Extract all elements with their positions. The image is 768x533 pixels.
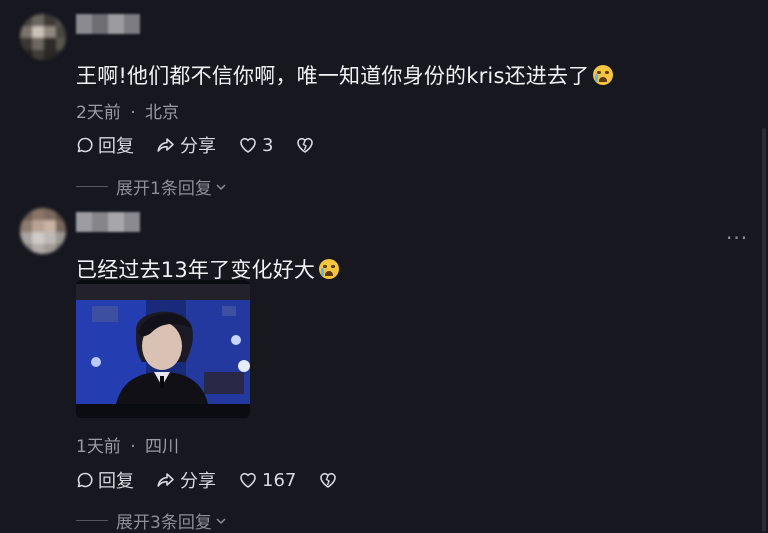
expand-replies-label: 展开1条回复 bbox=[116, 179, 212, 199]
username[interactable] bbox=[76, 14, 142, 34]
reply-label: 回复 bbox=[98, 471, 134, 492]
share-button[interactable]: 分享 bbox=[156, 132, 216, 158]
heart-icon bbox=[240, 472, 256, 488]
reply-button[interactable]: 回复 bbox=[76, 467, 134, 493]
comment-body: 王啊!他们都不信你啊，唯一知道你身份的kris还进去了 bbox=[76, 64, 590, 88]
share-button[interactable]: 分享 bbox=[156, 467, 216, 493]
divider-line bbox=[76, 520, 108, 521]
heart-icon bbox=[240, 137, 256, 153]
share-label: 分享 bbox=[180, 471, 216, 492]
reply-button[interactable]: 回复 bbox=[76, 132, 134, 158]
like-count: 167 bbox=[262, 469, 297, 491]
comment-actions: 回复 分享 3 bbox=[76, 132, 341, 158]
meta-separator: · bbox=[130, 103, 136, 123]
comment-body: 已经过去13年了变化好大 bbox=[76, 258, 316, 282]
comment-time: 2天前 bbox=[76, 103, 121, 123]
avatar[interactable] bbox=[20, 14, 66, 60]
dislike-button[interactable] bbox=[295, 136, 319, 154]
like-button[interactable]: 3 bbox=[238, 135, 273, 156]
expand-replies-button[interactable]: 展开3条回复 bbox=[76, 508, 228, 533]
like-button[interactable]: 167 bbox=[238, 470, 296, 491]
scrollbar[interactable] bbox=[762, 128, 766, 532]
comment-meta: 1天前 · 四川 bbox=[76, 432, 179, 457]
broken-heart-icon bbox=[320, 472, 337, 488]
comment-location: 北京 bbox=[145, 103, 180, 123]
divider-line bbox=[76, 186, 108, 187]
chevron-down-icon bbox=[216, 183, 226, 190]
avatar[interactable] bbox=[20, 208, 66, 254]
chevron-down-icon bbox=[216, 517, 226, 524]
username[interactable] bbox=[76, 212, 142, 232]
comment-bubble-icon bbox=[77, 137, 93, 153]
stage-performer-image bbox=[76, 280, 250, 418]
share-label: 分享 bbox=[180, 136, 216, 157]
comment-image[interactable] bbox=[76, 280, 250, 418]
expand-replies-button[interactable]: 展开1条回复 bbox=[76, 174, 228, 199]
comment-actions: 回复 分享 167 bbox=[76, 467, 364, 493]
comment-bubble-icon bbox=[77, 472, 93, 488]
dislike-button[interactable] bbox=[318, 471, 342, 489]
reply-label: 回复 bbox=[98, 136, 134, 157]
like-count: 3 bbox=[262, 134, 274, 156]
share-arrow-icon bbox=[157, 138, 174, 152]
broken-heart-icon bbox=[297, 137, 314, 153]
comment-location: 四川 bbox=[145, 437, 180, 457]
comment-text: 王啊!他们都不信你啊，唯一知道你身份的kris还进去了 bbox=[76, 60, 614, 90]
crying-face-emoji-icon bbox=[319, 259, 340, 279]
crying-face-emoji-icon bbox=[593, 65, 614, 85]
share-arrow-icon bbox=[157, 473, 174, 487]
expand-replies-label: 展开3条回复 bbox=[116, 513, 212, 533]
comment-time: 1天前 bbox=[76, 437, 121, 457]
meta-separator: · bbox=[130, 437, 136, 457]
ellipsis-icon[interactable]: ··· bbox=[726, 226, 748, 250]
comment-meta: 2天前 · 北京 bbox=[76, 98, 179, 123]
